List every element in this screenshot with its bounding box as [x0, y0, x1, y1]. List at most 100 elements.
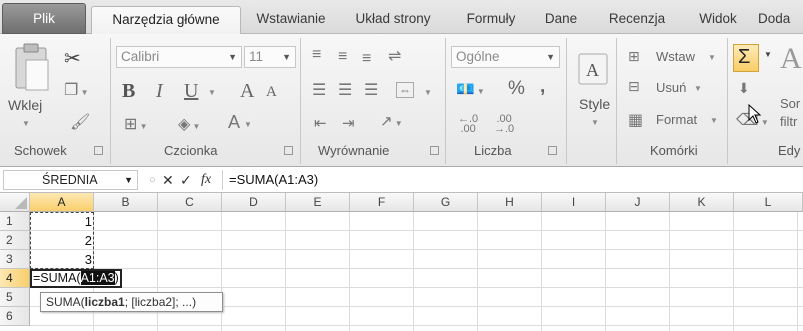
confirm-entry-button[interactable]: ✓	[180, 170, 192, 190]
column-header-f[interactable]: F	[350, 193, 414, 212]
fill-icon[interactable]: ⬇	[738, 80, 750, 97]
row-header-3[interactable]: 3	[0, 250, 30, 269]
delete-dropdown-icon[interactable]: ▼	[694, 84, 702, 93]
format-dropdown-icon[interactable]: ▼	[710, 116, 718, 125]
column-header-g[interactable]: G	[414, 193, 478, 212]
align-center-icon[interactable]: ☰	[338, 80, 352, 100]
font-name-value: Calibri	[121, 49, 160, 64]
tab-data[interactable]: Dane	[538, 6, 584, 34]
function-argument-tooltip[interactable]: SUMA(liczba1; [liczba2]; ...)	[40, 292, 223, 312]
range-selection-marquee	[30, 212, 94, 269]
row-header-4[interactable]: 4	[0, 269, 30, 288]
number-format-combo[interactable]: Ogólne ▼	[451, 46, 560, 68]
merge-center-icon[interactable]: ⇔	[396, 82, 414, 98]
tab-review[interactable]: Recenzja	[596, 6, 678, 34]
clipboard-launcher-icon[interactable]	[94, 146, 103, 155]
copy-icon[interactable]: ❐ ▼	[64, 80, 88, 100]
underline-dropdown-icon[interactable]: ▼	[208, 88, 216, 97]
row-header-1[interactable]: 1	[0, 212, 30, 231]
column-header-c[interactable]: C	[158, 193, 222, 212]
font-name-combo[interactable]: Calibri ▼	[116, 46, 242, 68]
column-header-b[interactable]: B	[94, 193, 158, 212]
increase-decimal-icon[interactable]: ←.0.00	[458, 114, 478, 135]
font-color-button[interactable]: A	[228, 112, 240, 133]
increase-indent-icon[interactable]: ⇥	[342, 114, 355, 132]
column-header-l[interactable]: L	[734, 193, 803, 212]
decrease-decimal-icon[interactable]: .00 →.0	[494, 114, 514, 135]
shrink-font-button[interactable]: A	[266, 84, 277, 101]
font-size-combo[interactable]: 11 ▼	[244, 46, 296, 68]
formula-input[interactable]: =SUMA(A1:A3)	[222, 170, 800, 190]
column-header-h[interactable]: H	[478, 193, 542, 212]
sort-filter-label-2[interactable]: filtr	[780, 114, 797, 129]
tab-view[interactable]: Widok	[690, 6, 746, 34]
cut-icon[interactable]: ✂	[64, 46, 81, 71]
autosum-button[interactable]: Σ	[733, 44, 759, 72]
group-divider	[616, 38, 617, 164]
bold-button[interactable]: B	[122, 80, 135, 103]
align-left-icon[interactable]: ☰	[312, 80, 326, 100]
format-cells-icon[interactable]: ▦	[628, 110, 643, 130]
orientation-icon[interactable]: ↗ ▼	[380, 112, 403, 130]
column-header-d[interactable]: D	[222, 193, 286, 212]
cell-a4-editor[interactable]: =SUMA(A1:A3)	[30, 269, 122, 288]
autosum-dropdown-icon[interactable]: ▼	[764, 50, 772, 59]
insert-dropdown-icon[interactable]: ▼	[708, 53, 716, 62]
italic-button[interactable]: I	[156, 80, 163, 103]
align-top-icon[interactable]: ≡	[312, 46, 321, 64]
cell-area[interactable]	[30, 212, 803, 331]
paste-icon[interactable]	[12, 42, 52, 94]
tab-insert[interactable]: Wstawianie	[246, 6, 336, 34]
paste-dropdown-icon[interactable]: ▼	[22, 119, 30, 128]
column-header-e[interactable]: E	[286, 193, 350, 212]
percent-button[interactable]: %	[508, 78, 525, 100]
column-header-k[interactable]: K	[670, 193, 734, 212]
delete-cells-button[interactable]: Usuń	[656, 80, 686, 95]
comma-button[interactable]: ,	[540, 76, 545, 98]
cancel-entry-button[interactable]: ✕	[162, 170, 174, 190]
row-header-6[interactable]: 6	[0, 307, 30, 326]
font-color-dropdown-icon[interactable]: ▼	[244, 120, 252, 129]
fill-color-icon[interactable]: ◈ ▼	[178, 114, 200, 134]
styles-dropdown-icon[interactable]: ▼	[591, 118, 599, 127]
insert-function-button[interactable]: fx	[201, 170, 211, 190]
paste-label[interactable]: Wklej	[8, 97, 42, 113]
borders-icon[interactable]: ⊞ ▼	[124, 114, 148, 134]
name-box[interactable]: ŚREDNIA ▼	[3, 170, 138, 190]
column-header-a[interactable]: A	[30, 193, 94, 212]
format-cells-button[interactable]: Format	[656, 112, 697, 127]
align-middle-icon[interactable]: ≡	[338, 48, 347, 66]
align-bottom-icon[interactable]: ≡	[362, 50, 371, 68]
select-all-button[interactable]	[0, 193, 30, 212]
tab-file[interactable]: Plik	[2, 3, 86, 34]
row-header-5[interactable]: 5	[0, 288, 30, 307]
font-launcher-icon[interactable]	[284, 146, 293, 155]
grow-font-button[interactable]: A	[240, 80, 254, 103]
insert-cells-icon[interactable]: ⊞	[628, 48, 640, 65]
chevron-down-icon: ▼	[282, 52, 291, 62]
insert-cells-button[interactable]: Wstaw	[656, 49, 695, 64]
column-header-i[interactable]: I	[542, 193, 606, 212]
tab-formulas[interactable]: Formuły	[456, 6, 526, 34]
sort-filter-icon[interactable]: A	[780, 42, 802, 76]
styles-button[interactable]: Style	[579, 96, 610, 112]
decrease-indent-icon[interactable]: ⇤	[314, 114, 327, 132]
svg-text:A: A	[586, 60, 599, 80]
tab-addins[interactable]: Doda	[758, 6, 803, 34]
underline-button[interactable]: U	[184, 80, 198, 103]
delete-cells-icon[interactable]: ⊟	[628, 78, 640, 95]
column-header-j[interactable]: J	[606, 193, 670, 212]
currency-icon[interactable]: 💶 ▼	[456, 80, 485, 98]
styles-icon[interactable]: A	[577, 52, 609, 88]
number-launcher-icon[interactable]	[548, 146, 557, 155]
format-painter-icon[interactable]: 🖌	[70, 112, 90, 132]
tooltip-current-argument: liczba1	[84, 295, 125, 309]
row-header-2[interactable]: 2	[0, 231, 30, 250]
align-right-icon[interactable]: ☰	[364, 80, 378, 100]
merge-dropdown-icon[interactable]: ▼	[424, 88, 432, 97]
alignment-launcher-icon[interactable]	[430, 146, 439, 155]
wrap-text-icon[interactable]: ⇌	[388, 46, 401, 66]
sort-filter-label-1[interactable]: Sor	[780, 96, 800, 111]
tab-page-layout[interactable]: Układ strony	[343, 6, 443, 34]
tab-home[interactable]: Narzędzia główne	[91, 6, 241, 35]
